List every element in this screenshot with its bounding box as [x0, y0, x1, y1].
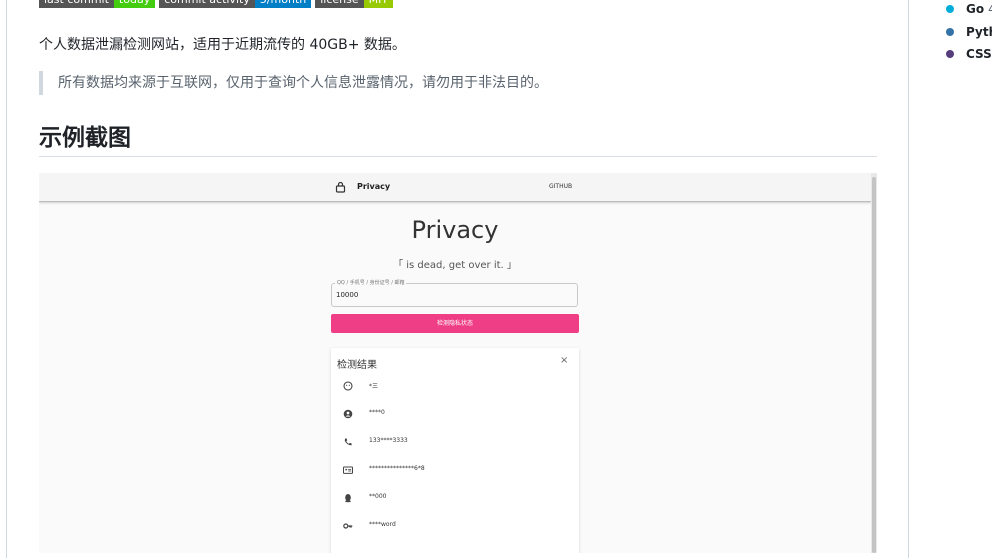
search-field-value: 10000: [336, 291, 359, 299]
phone-icon: [344, 438, 352, 446]
badge-value: today: [113, 0, 156, 8]
result-row: **000: [337, 491, 567, 505]
language-python[interactable]: Pyth: [946, 25, 992, 39]
badge-value: 5/month: [254, 0, 312, 8]
result-value: *三: [369, 383, 379, 390]
account-icon: [343, 409, 353, 419]
badge-label: last commit: [39, 0, 114, 8]
language-color-dot: [946, 50, 954, 58]
result-row: 133****3333: [337, 435, 567, 449]
badge-commit-activity[interactable]: commit activity 5/month: [159, 0, 312, 8]
badge-last-commit[interactable]: last commit today: [39, 0, 156, 8]
language-color-dot: [946, 5, 954, 13]
result-value: ****word: [369, 521, 396, 528]
search-field-label: QQ / 手机号 / 身份证号 / 邮箱: [335, 279, 407, 286]
result-card-title: 检测结果: [337, 360, 377, 371]
result-row: ****word: [337, 519, 567, 533]
badge-label: license: [315, 0, 364, 8]
language-percent: 4: [988, 2, 992, 16]
result-value: 133****3333: [369, 437, 408, 444]
face-icon: [343, 381, 353, 391]
language-name: Pyth: [966, 25, 992, 39]
section-heading: 示例截图: [39, 125, 131, 151]
result-row: *三: [337, 379, 567, 393]
heading-divider: [39, 156, 877, 157]
language-name: Go: [966, 2, 985, 16]
result-value: ***************6*8: [369, 465, 425, 472]
badge-label: commit activity: [159, 0, 255, 8]
app-brand: Privacy: [357, 182, 391, 191]
language-color-dot: [946, 28, 954, 36]
badge-value: MIT: [363, 0, 394, 8]
qq-icon: [345, 494, 351, 503]
language-name: CSS: [966, 47, 992, 61]
language-go[interactable]: Go 4: [946, 2, 992, 16]
disclaimer-quote: 所有数据均来源于互联网，仅用于查询个人信息泄露情况，请勿用于非法目的。: [39, 71, 548, 95]
close-icon[interactable]: ×: [560, 355, 568, 366]
result-row: ***************6*8: [337, 463, 567, 477]
id-card-icon: [343, 466, 353, 474]
check-privacy-button[interactable]: 检测隐私状态: [331, 314, 579, 333]
example-screenshot: Privacy GITHUB Privacy 「 is dead, get ov…: [39, 173, 877, 553]
search-field[interactable]: [331, 283, 578, 307]
badges-row: last commit today commit activity 5/mont…: [39, 0, 394, 8]
badge-license[interactable]: license MIT: [315, 0, 394, 8]
result-value: ****0: [369, 409, 385, 416]
app-title: Privacy: [411, 216, 499, 244]
project-description: 个人数据泄漏检测网站，适用于近期流传的 40GB+ 数据。: [39, 37, 406, 53]
app-subtitle: 「 is dead, get over it. 」: [393, 260, 517, 271]
result-card: 检测结果 × *三 ****0 133****3333 ************…: [331, 348, 579, 553]
result-value: **000: [369, 493, 387, 500]
app-bar: [39, 173, 871, 202]
key-icon: [343, 523, 353, 529]
lock-icon: [335, 181, 346, 193]
scrollbar-thumb[interactable]: [872, 177, 876, 553]
language-css[interactable]: CSS: [946, 47, 992, 61]
result-row: ****0: [337, 407, 567, 421]
github-link[interactable]: GITHUB: [549, 183, 572, 190]
